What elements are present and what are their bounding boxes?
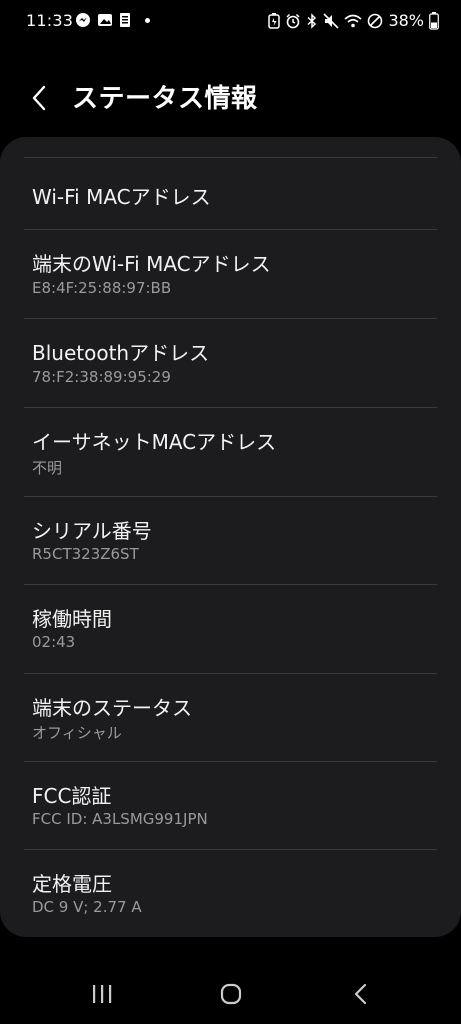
battery-saver-icon	[268, 12, 281, 29]
divider	[24, 157, 437, 158]
list-item-fcc-certification[interactable]: FCC認証 FCC ID: A3LSMG991JPN	[0, 762, 461, 850]
status-bar: 11:33 38%	[0, 0, 461, 40]
item-value: オフィシャル	[32, 724, 122, 742]
item-value: R5CT323Z6ST	[32, 545, 139, 563]
list-item-bluetooth-address[interactable]: Bluetoothアドレス 78:F2:38:89:95:29	[0, 319, 461, 407]
back-icon	[354, 983, 367, 1005]
item-label: イーサネットMACアドレス	[32, 430, 277, 454]
home-button[interactable]	[211, 976, 251, 1012]
list-item-device-status[interactable]: 端末のステータス オフィシャル	[0, 674, 461, 762]
item-label: 端末のステータス	[32, 696, 192, 720]
signal-icon	[367, 13, 383, 29]
system-icons: 38%	[268, 11, 439, 30]
item-label: シリアル番号	[32, 519, 152, 543]
notification-icons	[75, 12, 150, 28]
list-item-serial-number[interactable]: シリアル番号 R5CT323Z6ST	[0, 497, 461, 585]
battery-percent: 38%	[388, 11, 424, 30]
page-title: ステータス情報	[72, 84, 258, 114]
item-value: DC 9 V; 2.77 A	[32, 898, 142, 916]
bluetooth-icon	[306, 12, 318, 29]
alarm-icon	[285, 13, 301, 29]
chevron-left-icon	[32, 85, 46, 111]
gallery-icon	[97, 12, 113, 28]
document-icon	[119, 12, 131, 28]
app-header: ステータス情報	[0, 70, 461, 126]
item-label: 稼働時間	[32, 607, 112, 631]
recent-apps-button[interactable]	[82, 976, 122, 1012]
navigation-bar	[0, 964, 461, 1024]
item-value: FCC ID: A3LSMG991JPN	[32, 810, 208, 828]
item-label: Wi-Fi MACアドレス	[32, 185, 211, 209]
list-item-device-wifi-mac[interactable]: 端末のWi-Fi MACアドレス E8:4F:25:88:97:BB	[0, 230, 461, 318]
list-item-ethernet-mac[interactable]: イーサネットMACアドレス 不明	[0, 408, 461, 496]
item-value: 不明	[32, 459, 63, 477]
item-label: Bluetoothアドレス	[32, 341, 210, 365]
system-back-button[interactable]	[341, 976, 381, 1012]
list-item-rated-voltage[interactable]: 定格電圧 DC 9 V; 2.77 A	[0, 850, 461, 938]
list-item-wifi-mac[interactable]: Wi-Fi MACアドレス	[0, 159, 461, 229]
mute-icon	[323, 12, 340, 29]
status-info-list: Wi-Fi MACアドレス 端末のWi-Fi MACアドレス E8:4F:25:…	[0, 137, 461, 937]
status-time: 11:33	[26, 11, 74, 30]
home-icon	[220, 983, 242, 1005]
item-value: 02:43	[32, 633, 76, 651]
more-notifications-dot-icon	[145, 17, 150, 23]
messenger-icon	[75, 12, 91, 28]
battery-icon	[429, 11, 439, 30]
item-value: E8:4F:25:88:97:BB	[32, 279, 172, 297]
wifi-icon	[344, 13, 362, 29]
recent-apps-icon	[93, 985, 112, 1003]
back-button[interactable]	[28, 84, 52, 112]
list-item-uptime[interactable]: 稼働時間 02:43	[0, 585, 461, 673]
item-value: 78:F2:38:89:95:29	[32, 368, 171, 386]
item-label: FCC認証	[32, 784, 112, 808]
item-label: 端末のWi-Fi MACアドレス	[32, 252, 271, 276]
item-label: 定格電圧	[32, 872, 112, 896]
